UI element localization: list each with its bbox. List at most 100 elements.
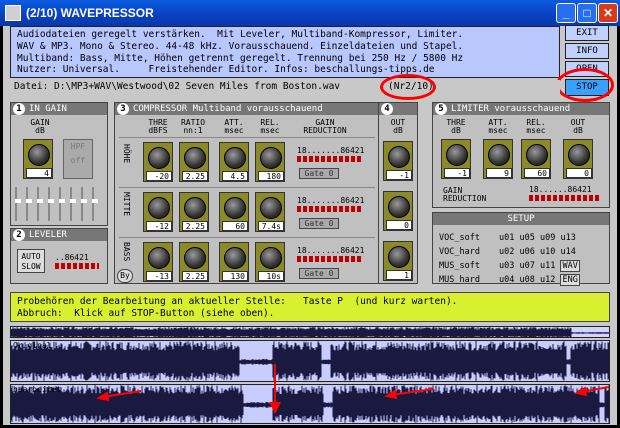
hpf-state: off [70,156,86,165]
ratio-knob[interactable]: 2.25 [179,242,209,282]
app-icon [5,5,21,21]
minimize-button[interactable]: _ [556,3,576,23]
setup-slot[interactable]: u10 [540,247,555,257]
in-gain-title: IN GAIN [29,104,67,114]
thre-knob[interactable]: -12 [143,192,173,232]
info-box: Audiodateien geregelt verstärken. Mit Le… [10,26,560,78]
eq-sliders[interactable] [15,187,103,221]
thre-knob[interactable]: -13 [143,242,173,282]
panel-number: 2 [13,229,25,241]
processed-waveform[interactable]: bearbeitet [10,384,610,424]
gate-button[interactable]: Gate 0 [299,268,339,279]
setup-row[interactable]: MUS_soft u03 u07 u11 WAV [439,259,609,273]
waveform-path [11,327,609,337]
waveform-path [11,341,609,381]
panel-number: 4 [381,103,393,115]
hpf-button[interactable]: HPF off [63,139,93,179]
att-knob[interactable]: 130 [219,242,249,282]
knob-dial [488,144,510,166]
setup-slot[interactable]: u11 [540,261,555,271]
limiter-att-knob[interactable]: 9 [483,139,513,179]
band-label: MITTE [122,192,131,217]
setup-name: MUS_hard [439,275,480,285]
auto-slow-button[interactable]: AUTO SLOW [17,249,45,273]
eng-button[interactable]: ENG [560,274,580,286]
setup-slot[interactable]: u09 [540,233,555,243]
band-row-mitte: MITTE -12 2.25 60 7.4s 18.......86421 Ga… [119,187,375,235]
rel-knob[interactable]: 7.4s [255,192,285,232]
setup-slot[interactable]: u02 [499,247,514,257]
band-row-hoehe: HÖHE -20 2.25 4.5 180 18.......86421 Gat… [119,137,375,185]
ratio-knob[interactable]: 2.25 [179,192,209,232]
setup-slot[interactable]: u01 [499,233,514,243]
knob-dial [148,197,170,219]
out-label: OUT dB [390,118,406,135]
knob-value: 180 [258,171,284,181]
original-wave-svg [11,341,609,381]
setup-slot[interactable]: u06 [519,247,534,257]
ratio-knob[interactable]: 2.25 [179,142,209,182]
setup-row[interactable]: VOC_hard u02 u06 u10 u14 [439,245,609,259]
info-line: Audiodateien geregelt verstärken. Mit Le… [17,29,464,40]
setup-slot[interactable]: u12 [540,275,555,285]
panel-number: 5 [435,103,447,115]
message-line: Abbruch: Klick auf STOP-Button (siehe ob… [17,308,275,319]
setup-slot[interactable]: u14 [560,247,575,257]
bypass-button[interactable]: By [117,269,133,283]
setup-row[interactable]: MUS_hard u04 u08 u12 ENG [439,273,609,287]
rel-knob[interactable]: 180 [255,142,285,182]
info-line: Nutzer: Universal. Freistehender Editor.… [17,64,435,76]
out-knob-hoehe[interactable]: -1 [383,141,413,181]
att-knob[interactable]: 60 [219,192,249,232]
limiter-gr-label: GAIN REDUCTION [443,186,487,203]
maximize-button[interactable]: □ [577,3,597,23]
eq-slider-caps [15,199,103,203]
original-waveform[interactable]: Original [10,340,610,382]
panel-number: 3 [117,103,129,115]
knob-dial [148,147,170,169]
limiter-rel-knob[interactable]: 60 [521,139,551,179]
gate-button[interactable]: Gate 0 [299,168,339,179]
limiter-out-knob[interactable]: 0 [563,139,593,179]
setup-slot[interactable]: u05 [519,233,534,243]
out-header: 4 [379,103,417,115]
window-title: (2/10) WAVEPRESSOR [26,6,154,20]
gain-label: GAIN dB [30,118,50,135]
out-knob-mitte[interactable]: 0 [383,191,413,231]
thre-knob[interactable]: -20 [143,142,173,182]
gain-reduction-header: GAIN REDUCTION [303,118,347,135]
info-button[interactable]: INFO [565,43,609,59]
overview-waveform[interactable] [10,326,610,338]
knob-dial [224,147,246,169]
leveler-header: 2 LEVELER [11,229,107,241]
counter-highlight-oval [380,74,436,100]
limiter-thre-knob[interactable]: -1 [441,139,471,179]
setup-slot[interactable]: u13 [560,233,575,243]
knob-value: -12 [146,221,172,231]
exit-button[interactable]: EXIT [565,25,609,41]
att-knob[interactable]: 4.5 [219,142,249,182]
knob-value: 4.5 [222,171,248,181]
knob-value: 7.4s [258,221,284,231]
message-line: Probehören der Bearbeitung an aktueller … [17,296,458,307]
setup-slot[interactable]: u04 [499,275,514,285]
rel-knob[interactable]: 10s [255,242,285,282]
setup-row[interactable]: VOC_soft u01 u05 u09 u13 [439,231,609,245]
setup-slot[interactable]: u08 [519,275,534,285]
setup-slot[interactable]: u03 [499,261,514,271]
in-gain-knob[interactable]: 4 [23,139,53,179]
close-button[interactable]: ✕ [598,3,618,23]
wav-button[interactable]: WAV [560,260,580,272]
out-knob-bass[interactable]: 1 [383,241,413,281]
reduction-meter [297,206,361,212]
in-gain-panel: 1 IN GAIN GAIN dB 4 HPF off [10,102,108,226]
out-panel: 4 OUT dB -1 0 1 [378,102,418,284]
gate-button[interactable]: Gate 0 [299,218,339,229]
rel-header: REL. msec [260,118,280,135]
limiter-out-header: OUT dB [570,118,586,135]
setup-slot[interactable]: u07 [519,261,534,271]
limiter-meter-scale: 18......86421 [529,185,592,194]
in-gain-value: 4 [26,168,52,178]
leveler-meter-scale: ..86421 [55,253,89,262]
knob-value: 2.25 [182,171,208,181]
